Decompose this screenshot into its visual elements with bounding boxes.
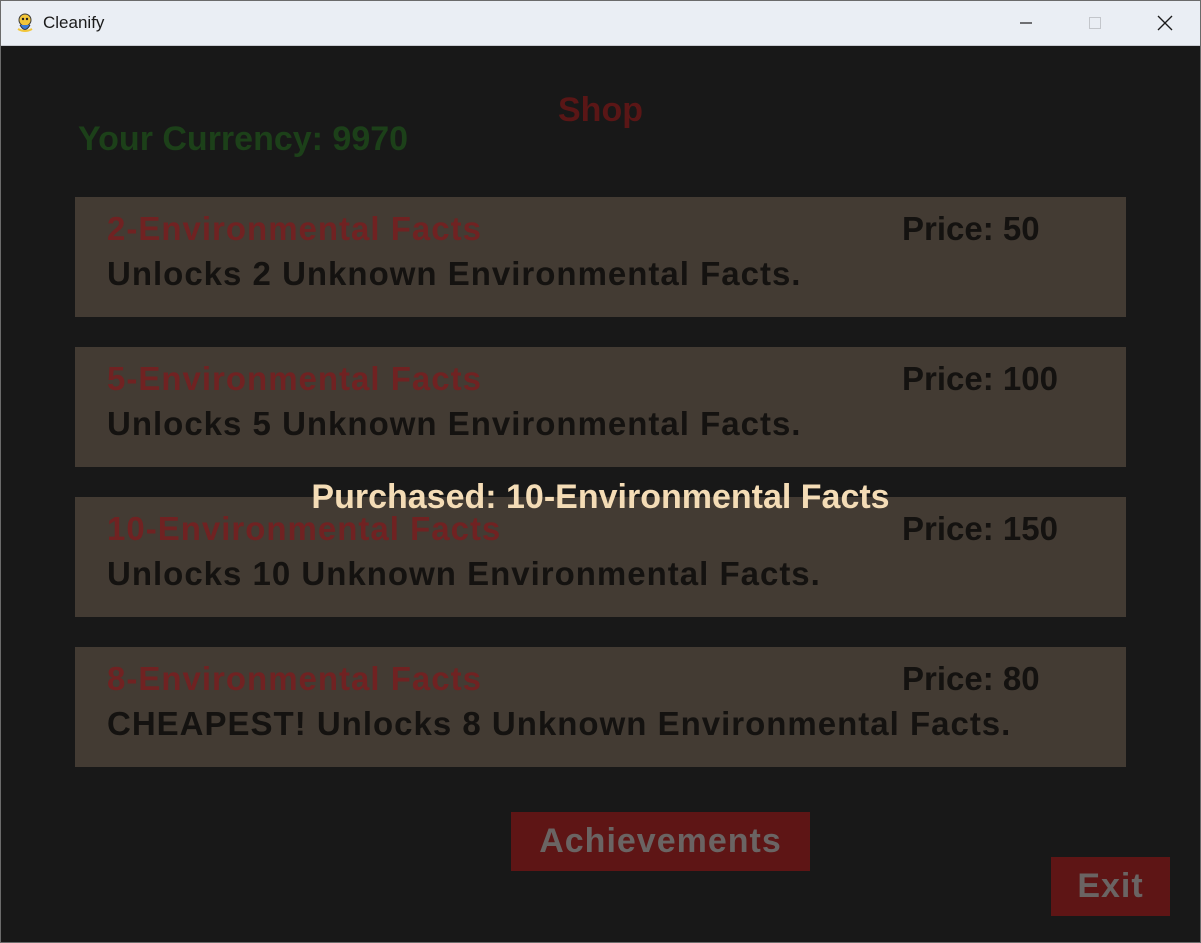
item-description: CHEAPEST! Unlocks 8 Unknown Environmenta… xyxy=(107,705,1012,742)
currency-label: Your Currency: 9970 xyxy=(78,120,409,158)
maximize-icon xyxy=(1089,17,1101,29)
shop-item-2-facts[interactable]: 2-Environmental Facts Price: 50 Unlocks … xyxy=(75,197,1126,317)
item-description: Unlocks 2 Unknown Environmental Facts. xyxy=(107,255,802,292)
item-title: 8-Environmental Facts xyxy=(107,660,482,697)
close-icon xyxy=(1157,15,1173,31)
title-bar[interactable]: Cleanify xyxy=(1,1,1200,46)
item-price: Price: 80 xyxy=(902,660,1040,697)
game-canvas: Shop Your Currency: 9970 2-Environmental… xyxy=(1,46,1200,942)
app-window: Cleanify Shop Your Currency: 9970 2-Envi… xyxy=(0,0,1201,943)
close-button[interactable] xyxy=(1131,1,1199,45)
minimize-button[interactable] xyxy=(992,1,1060,45)
item-price: Price: 100 xyxy=(902,360,1058,397)
exit-button[interactable]: Exit xyxy=(1051,857,1170,916)
item-description: Unlocks 5 Unknown Environmental Facts. xyxy=(107,405,802,442)
achievements-button[interactable]: Achievements xyxy=(511,812,810,871)
shop-item-8-facts[interactable]: 8-Environmental Facts Price: 80 CHEAPEST… xyxy=(75,647,1126,767)
python-snake-icon xyxy=(17,13,33,32)
shop-item-5-facts[interactable]: 5-Environmental Facts Price: 100 Unlocks… xyxy=(75,347,1126,467)
item-price: Price: 50 xyxy=(902,210,1040,247)
item-title: 2-Environmental Facts xyxy=(107,210,482,247)
item-description: Unlocks 10 Unknown Environmental Facts. xyxy=(107,555,821,592)
minimize-icon xyxy=(1020,22,1032,24)
purchase-notification: Purchased: 10-Environmental Facts xyxy=(311,478,890,516)
window-title: Cleanify xyxy=(43,13,105,32)
item-title: 5-Environmental Facts xyxy=(107,360,482,397)
maximize-button[interactable] xyxy=(1061,1,1129,45)
